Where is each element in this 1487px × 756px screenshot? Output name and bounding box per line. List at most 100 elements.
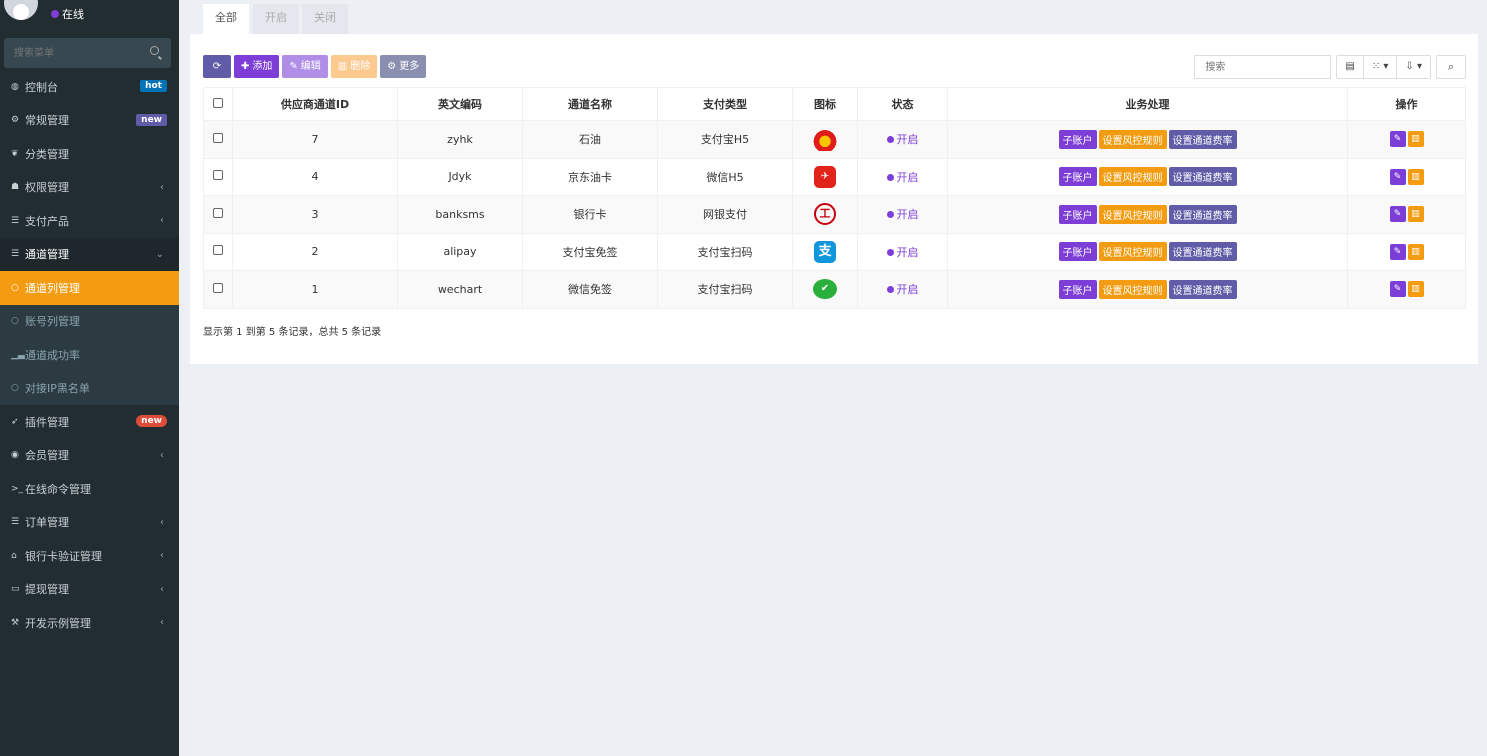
chevron-left-icon[interactable]: ‹ [160, 215, 164, 226]
sidebar-item-0[interactable]: ◍ 控制台 hot [0, 70, 179, 104]
edit-button[interactable]: ✎ 编辑 [282, 55, 328, 78]
sidebar-search-input[interactable] [4, 38, 144, 68]
signal-icon: ▁▃ [11, 349, 25, 360]
row-delete-button[interactable]: ▥ [1407, 168, 1424, 185]
status-label: 开启 [896, 283, 919, 297]
rocket-icon: ➶ [11, 416, 19, 427]
row-delete-button[interactable]: ▥ [1407, 243, 1424, 260]
wechat-icon: ✔ [813, 279, 837, 300]
refresh-button[interactable]: ⟳ [203, 55, 231, 78]
tab-enabled[interactable]: 开启 [253, 4, 299, 34]
sidebar-item-9[interactable]: ○ 对接IP黑名单 [0, 371, 179, 405]
cell-business: 子账户 设置风控规则 设置通道费率 [947, 157, 1348, 196]
table-row: 2 alipay 支付宝免签 支付宝扫码支开启 子账户 设置风控规则 设置通道费率 ✎ ▥ [203, 232, 1466, 271]
sidebar-item-15[interactable]: ▭ 提现管理 ‹ [0, 573, 179, 607]
sidebar-item-label: 在线命令管理 [25, 482, 91, 496]
sidebar-item-10[interactable]: ➶ 插件管理 new [0, 405, 179, 439]
row-checkbox[interactable] [213, 170, 223, 181]
content-panel: ⟳ ✚添加 ✎编辑 ▥删除 ⚙更多 ▤ ⁙ ▾ ⇩ ▾ ⌕ 供应商通道ID英文编… [190, 34, 1478, 364]
menu-badge: hot [140, 80, 167, 92]
row-edit-button[interactable]: ✎ [1389, 206, 1406, 223]
risk-rules-button[interactable]: 设置风控规则 [1098, 204, 1167, 224]
select-all-checkbox[interactable] [213, 97, 223, 108]
sidebar-item-4[interactable]: ☰ 支付产品 ‹ [0, 204, 179, 238]
sidebar-item-1[interactable]: ⚙ 常规管理 new [0, 104, 179, 138]
online-dot-icon [51, 10, 59, 18]
online-status: 在线 [51, 6, 84, 22]
chevron-left-icon[interactable]: ‹ [160, 584, 164, 595]
status-dot-icon [886, 286, 894, 294]
row-edit-button[interactable]: ✎ [1389, 168, 1406, 185]
row-edit-button[interactable]: ✎ [1389, 243, 1406, 260]
channel-rate-button[interactable]: 设置通道费率 [1168, 242, 1237, 262]
export-button[interactable]: ⇩ ▾ [1396, 56, 1430, 78]
cell-operate: ✎ ▥ [1347, 120, 1466, 159]
sidebar-item-7[interactable]: ○ 账号列管理 [0, 304, 179, 338]
row-delete-button[interactable]: ▥ [1407, 131, 1424, 148]
channel-rate-button[interactable]: 设置通道费率 [1168, 204, 1237, 224]
tab-all[interactable]: 全部 [203, 4, 249, 34]
row-checkbox[interactable] [213, 132, 223, 143]
sidebar-item-5[interactable]: ☰ 通道管理 ⌄ [0, 237, 179, 271]
risk-rules-button[interactable]: 设置风控规则 [1098, 242, 1167, 262]
row-select-cell [203, 270, 233, 309]
channel-rate-button[interactable]: 设置通道费率 [1168, 279, 1237, 299]
sidebar-item-label: 支付产品 [25, 214, 69, 228]
sidebar-item-12[interactable]: >_ 在线命令管理 [0, 472, 179, 506]
chevron-left-icon[interactable]: ‹ [160, 182, 164, 193]
sub-account-button[interactable]: 子账户 [1058, 279, 1097, 299]
cell-name: 银行卡 [522, 195, 658, 234]
sidebar-item-8[interactable]: ▁▃ 通道成功率 [0, 338, 179, 372]
sidebar-item-13[interactable]: ☰ 订单管理 ‹ [0, 506, 179, 540]
sidebar-item-3[interactable]: ☗ 权限管理 ‹ [0, 171, 179, 205]
channel-rate-button[interactable]: 设置通道费率 [1168, 167, 1237, 187]
chevron-left-icon[interactable]: ‹ [160, 450, 164, 461]
chevron-down-icon[interactable]: ⌄ [156, 249, 164, 260]
sidebar-item-label: 账号列管理 [25, 315, 80, 329]
search-button[interactable]: ⌕ [1436, 55, 1466, 79]
sidebar-item-6[interactable]: ○ 通道列管理 [0, 271, 179, 305]
cell-name: 支付宝免签 [522, 232, 658, 271]
sidebar-item-16[interactable]: ⚒ 开发示例管理 ‹ [0, 606, 179, 640]
row-delete-button[interactable]: ▥ [1407, 281, 1424, 298]
row-checkbox[interactable] [213, 207, 223, 218]
risk-rules-button[interactable]: 设置风控规则 [1098, 167, 1167, 187]
dashboard-icon: ◍ [11, 81, 19, 92]
sidebar-item-14[interactable]: ⌂ 银行卡验证管理 ‹ [0, 539, 179, 573]
row-edit-button[interactable]: ✎ [1389, 281, 1406, 298]
sub-account-button[interactable]: 子账户 [1058, 167, 1097, 187]
status-label: 开启 [896, 170, 919, 184]
risk-rules-button[interactable]: 设置风控规则 [1098, 129, 1167, 149]
cell-name: 京东油卡 [522, 157, 658, 196]
chevron-left-icon[interactable]: ‹ [160, 550, 164, 561]
cell-status: 开启 [857, 232, 948, 271]
status-label: 开启 [896, 133, 919, 147]
row-delete-button[interactable]: ▥ [1407, 206, 1424, 223]
tab-disabled[interactable]: 关闭 [302, 4, 348, 34]
toggle-view-button[interactable]: ▤ [1337, 56, 1362, 78]
leaf-icon: ❦ [11, 148, 19, 159]
search-icon[interactable] [150, 46, 159, 55]
gear-icon: ⚙ [387, 61, 397, 72]
row-checkbox[interactable] [213, 245, 223, 256]
sub-account-button[interactable]: 子账户 [1058, 204, 1097, 224]
row-edit-button[interactable]: ✎ [1389, 131, 1406, 148]
risk-rules-button[interactable]: 设置风控规则 [1098, 279, 1167, 299]
avatar[interactable] [4, 0, 38, 20]
column-header: 通道名称 [522, 87, 658, 121]
status-dot-icon [886, 211, 894, 219]
row-checkbox[interactable] [213, 282, 223, 293]
columns-button[interactable]: ⁙ ▾ [1362, 56, 1397, 78]
chevron-left-icon[interactable]: ‹ [160, 517, 164, 528]
chevron-left-icon[interactable]: ‹ [160, 617, 164, 628]
sidebar-item-2[interactable]: ❦ 分类管理 [0, 137, 179, 171]
sidebar-item-11[interactable]: ◉ 会员管理 ‹ [0, 439, 179, 473]
sub-account-button[interactable]: 子账户 [1058, 129, 1097, 149]
delete-button[interactable]: ▥ 删除 [330, 55, 378, 78]
channel-rate-button[interactable]: 设置通道费率 [1168, 129, 1237, 149]
add-button[interactable]: ✚ 添加 [234, 55, 280, 78]
sub-account-button[interactable]: 子账户 [1058, 242, 1097, 262]
view-button-group: ▤ ⁙ ▾ ⇩ ▾ [1336, 55, 1431, 79]
more-button[interactable]: ⚙ 更多 [380, 55, 427, 78]
table-search-input[interactable] [1194, 55, 1332, 79]
